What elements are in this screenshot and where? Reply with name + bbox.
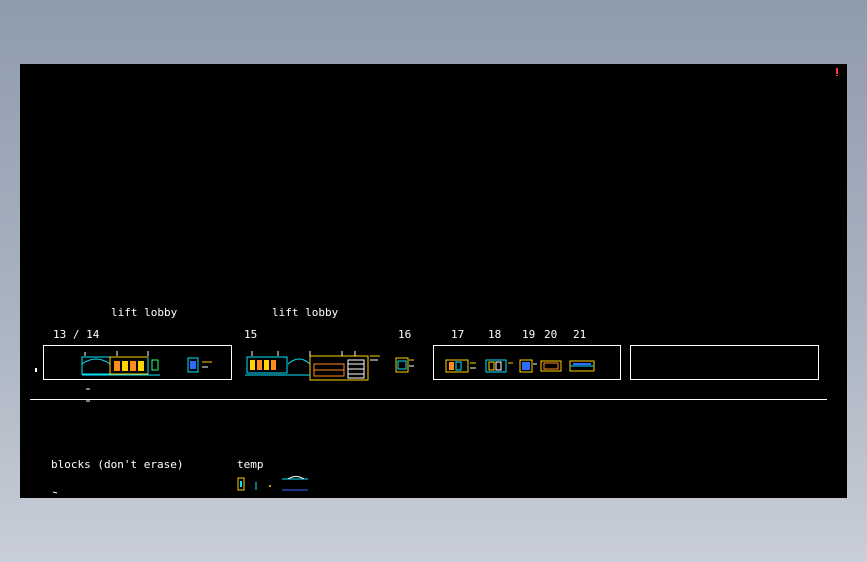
drawing-17-21 bbox=[445, 359, 595, 373]
temp-blocks bbox=[237, 476, 308, 491]
drawing-15 bbox=[245, 351, 380, 381]
drawing-16 bbox=[395, 357, 414, 373]
drawing-canvas[interactable]: lift lobby lift lobby 13 / 14 15 16 17 1… bbox=[20, 64, 847, 498]
cad-drawings bbox=[52, 351, 595, 494]
label-blocks: blocks (don't erase) bbox=[51, 458, 184, 471]
drawing-13-14 bbox=[81, 351, 212, 376]
label-temp: temp bbox=[237, 458, 264, 471]
